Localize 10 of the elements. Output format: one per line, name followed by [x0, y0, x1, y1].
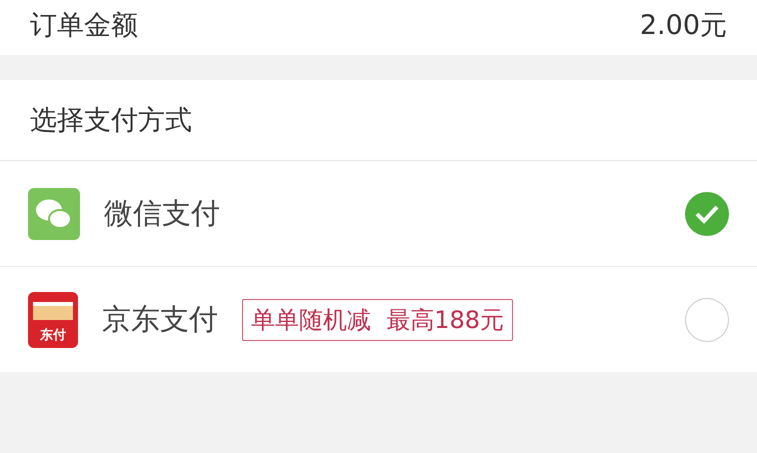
wallet-icon: 东付: [28, 292, 78, 348]
amount-label: 订单金额: [30, 9, 138, 43]
amount-value: 2.00元: [640, 9, 727, 43]
radio-button[interactable]: [685, 298, 729, 342]
chat-bubbles-icon: [28, 188, 80, 240]
payment-name: 微信支付: [104, 194, 220, 232]
section-title: 选择支付方式: [0, 80, 757, 161]
check-icon[interactable]: [685, 192, 729, 236]
promo-tag: 单单随机减 最高188元: [242, 298, 514, 340]
payment-name: 京东支付: [102, 300, 218, 338]
